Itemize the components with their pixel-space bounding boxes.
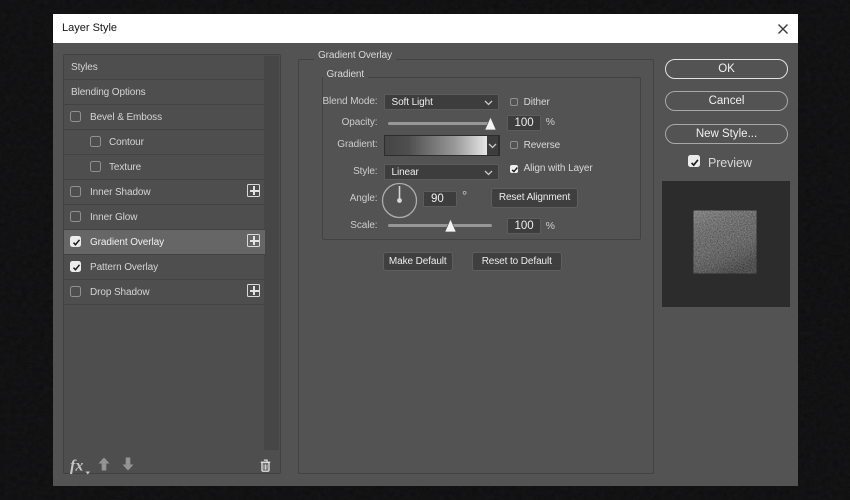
svg-text:fx: fx bbox=[70, 458, 83, 475]
